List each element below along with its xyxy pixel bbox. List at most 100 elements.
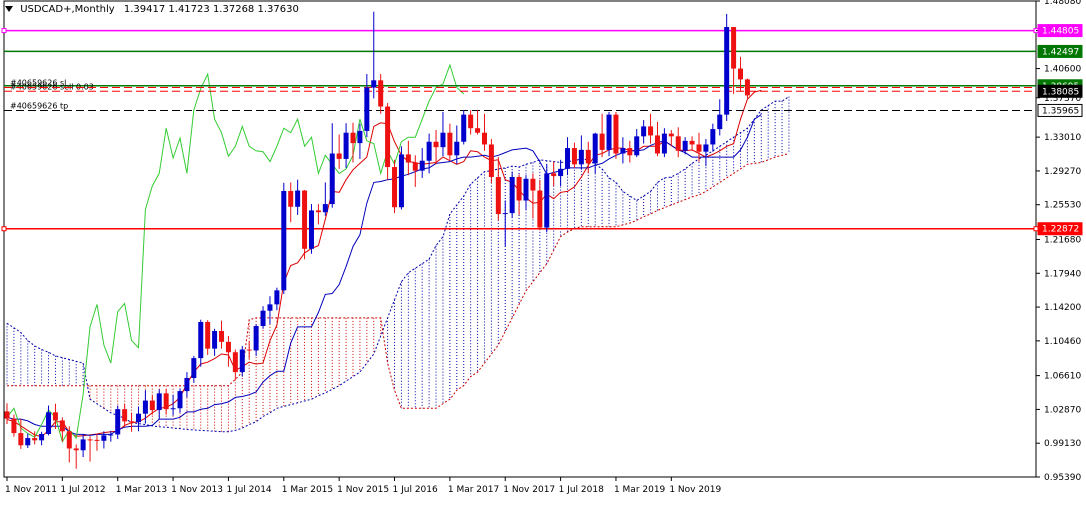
candle-body — [163, 393, 169, 410]
tenkan-line — [6, 89, 762, 438]
candle-body — [32, 438, 38, 441]
candle-body — [378, 80, 384, 107]
y-tick-label: 1.29270 — [1044, 167, 1081, 177]
x-tick-label: 1 Jul 2012 — [60, 485, 105, 495]
candle-body — [488, 144, 494, 177]
x-tick-label: 1 Mar 2017 — [448, 485, 499, 495]
candle-body — [343, 132, 349, 159]
ohlc-label: 1.39417 1.41723 1.37268 1.37630 — [123, 4, 299, 15]
candle-body — [551, 173, 557, 177]
x-tick-label: 1 Nov 2017 — [503, 485, 555, 495]
candle-body — [177, 391, 183, 409]
candle-body — [281, 190, 287, 291]
y-tick-label: 1.33010 — [1044, 133, 1081, 143]
candle-body — [329, 153, 335, 205]
candle-body — [412, 162, 418, 171]
candle-body — [405, 154, 411, 163]
candle-body — [170, 408, 176, 410]
candle-body — [523, 178, 529, 201]
candle-body — [710, 129, 716, 145]
candle-body — [537, 190, 543, 228]
candle-body — [620, 148, 626, 154]
hline-handle[interactable] — [1033, 226, 1039, 232]
price-chart[interactable]: #40659626 sell 0.03#40659626 sl#40659626… — [0, 0, 1086, 501]
y-tick-label: 1.17940 — [1044, 269, 1081, 279]
price-badge-label: 1.42497 — [1042, 47, 1079, 57]
candle-body — [39, 433, 45, 441]
candle-body — [322, 204, 328, 213]
y-tick-label: 1.10460 — [1044, 337, 1081, 347]
candle-body — [599, 133, 605, 150]
candle-body — [253, 326, 259, 351]
y-tick-label: 1.06610 — [1044, 372, 1081, 382]
candle-body — [149, 400, 155, 411]
candle-body — [419, 160, 425, 171]
y-tick-label: 0.99130 — [1044, 439, 1081, 449]
x-tick-label: 1 Jul 2018 — [559, 485, 604, 495]
candle-body — [578, 149, 584, 165]
candle-body — [308, 210, 314, 249]
current-price-label: 1.38085 — [1042, 87, 1079, 97]
y-tick-label: 1.48080 — [1044, 0, 1081, 7]
candle-body — [592, 133, 598, 164]
candle-body — [565, 148, 571, 169]
y-tick-label: 1.25530 — [1044, 201, 1081, 211]
candle-body — [689, 140, 695, 145]
candle-body — [18, 433, 24, 446]
candle-body — [440, 132, 446, 148]
x-tick-label: 1 Mar 2013 — [116, 485, 167, 495]
x-tick-label: 1 Nov 2013 — [171, 485, 223, 495]
candle-body — [717, 114, 723, 130]
y-tick-label: 1.02870 — [1044, 405, 1081, 415]
candle-body — [122, 409, 128, 422]
x-tick-label: 1 Nov 2011 — [5, 485, 57, 495]
candle-body — [724, 27, 730, 115]
candle-body — [544, 173, 550, 228]
y-tick-label: 1.40600 — [1044, 65, 1081, 75]
chikou-line — [6, 63, 465, 443]
candle-body — [25, 438, 31, 446]
candle-body — [191, 358, 197, 378]
candle-body — [654, 135, 660, 154]
collapse-triangle-icon[interactable] — [5, 6, 13, 12]
candle-body — [135, 413, 141, 423]
candle-body — [433, 141, 439, 148]
candle-body — [205, 321, 211, 349]
hline-handle[interactable] — [1, 226, 7, 232]
candle-body — [315, 210, 321, 213]
candle-body — [731, 27, 737, 69]
candle-body — [426, 141, 432, 161]
candle-body — [357, 130, 363, 144]
candle-body — [585, 149, 591, 164]
candle-body — [682, 140, 688, 151]
price-badge-label: 1.22872 — [1042, 225, 1079, 235]
candle-body — [80, 439, 86, 451]
y-tick-label: 0.95390 — [1044, 473, 1081, 483]
candle-body — [495, 176, 501, 215]
chart-root: #40659626 sell 0.03 #40659626 sl #40659626… — [0, 0, 1086, 501]
candle-body — [288, 190, 294, 207]
candle-body — [274, 290, 280, 305]
candle-body — [364, 87, 370, 131]
candle-body — [59, 420, 65, 432]
x-tick-label: 1 Jul 2016 — [393, 485, 438, 495]
hline-handle[interactable] — [1, 28, 7, 34]
candle-body — [606, 114, 612, 150]
y-tick-label: 1.14200 — [1044, 303, 1081, 313]
candle-body — [267, 304, 273, 311]
candle-body — [641, 126, 647, 137]
candle-body — [46, 412, 52, 434]
candle-body — [302, 190, 308, 249]
candle-body — [558, 168, 564, 177]
price-badge-label: 1.35965 — [1042, 106, 1079, 116]
candle-body — [52, 412, 58, 421]
candle-body — [744, 79, 750, 96]
candle-body — [11, 418, 17, 434]
x-tick-label: 1 Mar 2015 — [282, 485, 333, 495]
chart-header: USDCAD+,Monthly 1.39417 1.41723 1.37268 … — [5, 4, 299, 15]
candle-body — [219, 331, 225, 342]
x-tick-label: 1 Nov 2019 — [669, 485, 721, 495]
candle-body — [350, 132, 356, 144]
candle-body — [129, 421, 135, 423]
candle-body — [530, 178, 536, 191]
